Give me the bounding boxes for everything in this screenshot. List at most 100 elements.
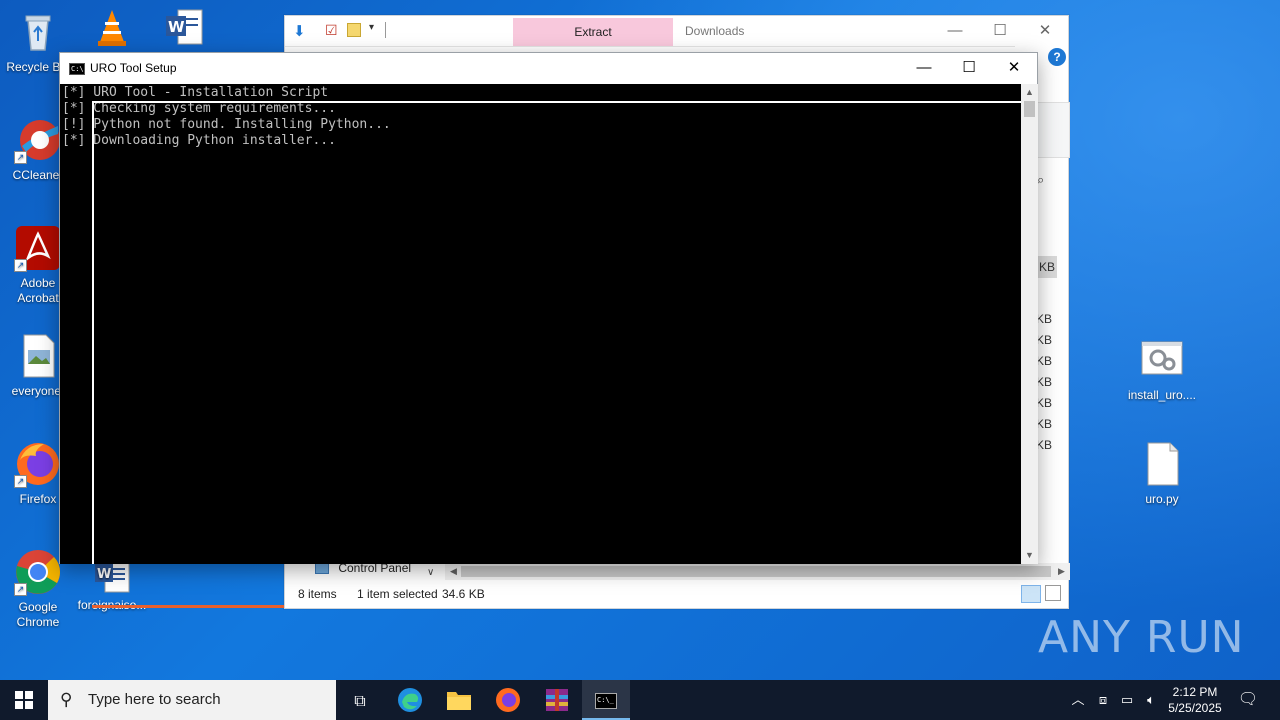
scroll-left-icon[interactable]: ◀ <box>445 563 462 580</box>
image-file-icon <box>14 332 62 380</box>
file-explorer-icon <box>447 692 471 710</box>
desktop-icon-label: Google Chrome <box>16 600 60 629</box>
status-selected: 1 item selected <box>357 587 438 601</box>
console-window[interactable]: C:\ URO Tool Setup — ☐ ✕ [*] URO Tool - … <box>59 52 1038 564</box>
large-icons-view-icon[interactable] <box>1045 585 1061 601</box>
word-icon[interactable]: W <box>164 8 204 53</box>
shortcut-arrow-icon: ↗ <box>14 259 27 272</box>
toolbar-divider <box>385 22 386 38</box>
firefox-icon: ↗ <box>14 440 62 488</box>
size-header-cell: KB <box>1037 256 1057 278</box>
console-title: URO Tool Setup <box>90 61 177 75</box>
status-item-count: 8 items <box>298 587 337 601</box>
console-titlebar[interactable]: C:\ URO Tool Setup — ☐ ✕ <box>60 53 1037 84</box>
explorer-close-button[interactable]: ✕ <box>1022 16 1068 46</box>
console-line: [*] Checking system requirements... <box>62 101 336 116</box>
help-icon[interactable]: ? <box>1048 48 1066 66</box>
explorer-horizontal-scrollbar[interactable]: ◀ ▶ <box>445 563 1070 580</box>
console-selection-edge <box>92 101 94 564</box>
scrollbar-thumb[interactable] <box>1024 101 1035 117</box>
download-arrow-icon[interactable]: ⬇ <box>293 22 306 40</box>
edge-icon <box>398 688 422 712</box>
tray-device-icon[interactable]: ⧈ <box>1093 680 1113 720</box>
taskbar-edge[interactable] <box>386 680 434 720</box>
search-icon[interactable]: ⌕ <box>1037 172 1044 188</box>
ccleaner-icon: ↗ <box>14 116 62 164</box>
svg-text:W: W <box>168 18 185 36</box>
taskbar-search-box[interactable]: ⚲ Type here to search <box>48 680 336 720</box>
selection-highlight-bar <box>92 605 284 608</box>
desktop: Recycle Bin ↗ CCleaner ↗ Adobe Acrobat e… <box>0 0 1280 680</box>
explorer-maximize-button[interactable]: ☐ <box>977 16 1023 46</box>
explorer-minimize-button[interactable]: — <box>932 16 978 46</box>
taskbar-clock[interactable]: 2:12 PM 5/25/2025 <box>1162 684 1228 716</box>
taskbar-winrar[interactable] <box>533 680 581 720</box>
size-value: KB <box>1036 333 1053 347</box>
vlc-icon[interactable] <box>94 8 130 53</box>
desktop-icon-label: install_uro.... <box>1127 388 1197 402</box>
start-button[interactable] <box>0 680 48 720</box>
windows-logo-icon <box>15 691 33 709</box>
control-panel-icon <box>315 563 329 575</box>
desktop-icon-install-uro[interactable]: install_uro.... <box>1124 336 1200 403</box>
console-minimize-button[interactable]: — <box>901 53 947 84</box>
scroll-down-icon[interactable]: ▼ <box>1021 547 1038 564</box>
size-value: KB <box>1036 396 1053 410</box>
shortcut-arrow-icon: ↗ <box>14 151 27 164</box>
clock-time: 2:12 PM <box>1172 685 1218 699</box>
console-line: [!] Python not found. Installing Python.… <box>62 117 391 132</box>
console-icon: C:\_ <box>595 693 617 710</box>
console-output[interactable]: [*] URO Tool - Installation Script [*] C… <box>60 84 1021 564</box>
explorer-titlebar[interactable]: ⬇ ☑ ▾ Extract Downloads — ☐ ✕ <box>285 16 1068 46</box>
watermark-logo: ANY RUN <box>1038 612 1245 663</box>
scroll-up-icon[interactable]: ▲ <box>1021 84 1038 101</box>
clock-date: 5/25/2025 <box>1168 701 1222 715</box>
search-icon: ⚲ <box>60 690 73 709</box>
taskbar-firefox[interactable] <box>484 680 532 720</box>
tray-network-icon[interactable]: ▭ <box>1116 680 1138 720</box>
chrome-icon: ↗ <box>14 548 62 596</box>
ribbon-divider <box>285 46 1015 47</box>
firefox-icon <box>496 688 520 712</box>
scroll-right-icon[interactable]: ▶ <box>1053 563 1070 580</box>
batch-settings-icon <box>1138 336 1186 384</box>
console-close-button[interactable]: ✕ <box>991 53 1037 84</box>
folder-icon[interactable] <box>347 23 361 37</box>
properties-icon[interactable]: ☑ <box>325 22 338 39</box>
recycle-bin-icon <box>14 8 62 56</box>
scrollbar-thumb[interactable] <box>461 566 1051 577</box>
size-value: KB <box>1036 417 1053 431</box>
acrobat-icon: ↗ <box>14 224 62 272</box>
status-size: 34.6 KB <box>442 587 485 601</box>
size-value: KB <box>1036 354 1053 368</box>
explorer-title: Downloads <box>685 24 745 38</box>
console-maximize-button[interactable]: ☐ <box>946 53 992 84</box>
details-view-icon[interactable] <box>1021 585 1041 603</box>
console-selection-top <box>92 101 1021 103</box>
word-doc-icon: W <box>93 560 131 594</box>
taskbar: ⚲ Type here to search ⧉ C:\_ ︿ ⧈ ▭ 🔈︎ 2:… <box>0 680 1280 720</box>
tray-chevron-icon[interactable]: ︿ <box>1068 680 1088 720</box>
console-line: [*] URO Tool - Installation Script <box>62 85 329 100</box>
ribbon-tab-extract[interactable]: Extract <box>513 18 673 46</box>
svg-text:W: W <box>97 567 111 582</box>
task-view-icon: ⧉ <box>354 693 366 710</box>
size-value: KB <box>1036 375 1053 389</box>
blank-file-icon <box>1138 440 1186 488</box>
task-view-button[interactable]: ⧉ <box>336 680 384 720</box>
desktop-icon-label: uro.py <box>1145 492 1179 506</box>
size-value: KB <box>1036 438 1053 452</box>
notification-center-icon[interactable]: 🗨︎ <box>1236 680 1260 720</box>
quick-access-dropdown-icon[interactable]: ▾ <box>369 22 374 33</box>
taskbar-file-explorer[interactable] <box>435 680 483 720</box>
nav-pane-chevron-icon[interactable]: ∨ <box>427 567 434 578</box>
console-app-icon: C:\ <box>69 63 85 75</box>
explorer-address-area <box>1037 102 1070 158</box>
size-value: KB <box>1036 312 1053 326</box>
winrar-icon <box>546 689 568 711</box>
taskbar-console[interactable]: C:\_ <box>582 680 630 720</box>
shortcut-arrow-icon: ↗ <box>14 475 27 488</box>
desktop-icon-uro-py[interactable]: uro.py <box>1124 440 1200 507</box>
console-vertical-scrollbar[interactable]: ▲ ▼ <box>1021 84 1038 564</box>
tray-volume-icon[interactable]: 🔈︎ <box>1140 680 1162 720</box>
